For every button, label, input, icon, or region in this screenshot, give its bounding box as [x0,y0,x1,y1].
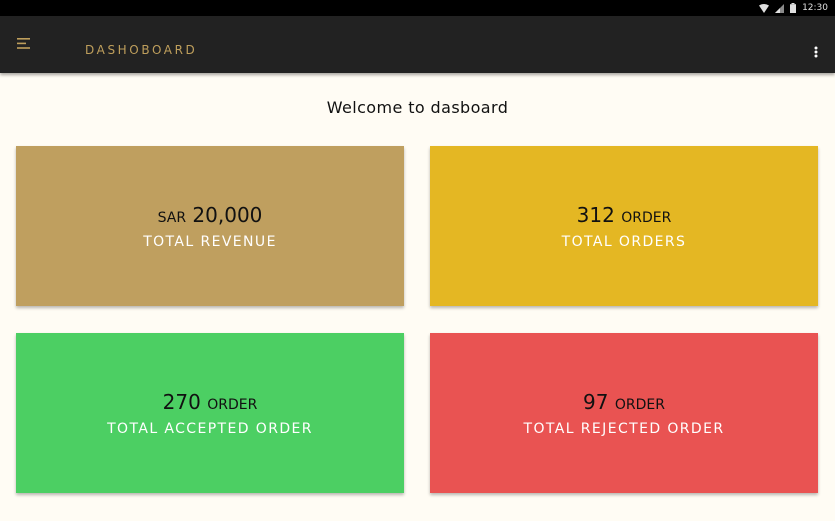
card-label: TOTAL REVENUE [143,233,277,250]
card-value: 97 ORDER [583,390,665,417]
wifi-icon [759,3,770,13]
app-title: DASHOBOARD [85,43,198,57]
card-number: 20,000 [192,202,263,227]
status-time: 12:30 [802,3,828,13]
card-label: TOTAL ORDERS [561,233,687,250]
battery-icon [790,3,797,13]
card-label: TOTAL ACCEPTED ORDER [107,420,313,437]
card-value: 270 ORDER [163,390,258,417]
menu-icon[interactable] [14,33,34,53]
card-suffix: ORDER [614,396,665,413]
card-number: 97 [583,389,609,414]
card-suffix: ORDER [207,396,258,413]
card-total-revenue[interactable]: SAR 20,000 TOTAL REVENUE [16,146,404,306]
card-total-accepted-order[interactable]: 270 ORDER TOTAL ACCEPTED ORDER [16,333,404,493]
card-number: 270 [162,389,201,414]
card-value: SAR 20,000 [158,203,263,230]
card-total-orders[interactable]: 312 ORDER TOTAL ORDERS [430,146,818,306]
card-prefix: SAR [157,209,187,226]
card-suffix: ORDER [621,209,672,226]
card-total-rejected-order[interactable]: 97 ORDER TOTAL REJECTED ORDER [430,333,818,493]
card-value: 312 ORDER [577,203,672,230]
status-bar: 12:30 [0,0,835,16]
app-bar: DASHOBOARD [0,16,835,73]
signal-icon [775,3,785,13]
welcome-heading: Welcome to dasboard [326,98,509,117]
more-vertical-icon[interactable] [811,42,821,62]
card-label: TOTAL REJECTED ORDER [523,420,725,437]
card-number: 312 [576,202,615,227]
